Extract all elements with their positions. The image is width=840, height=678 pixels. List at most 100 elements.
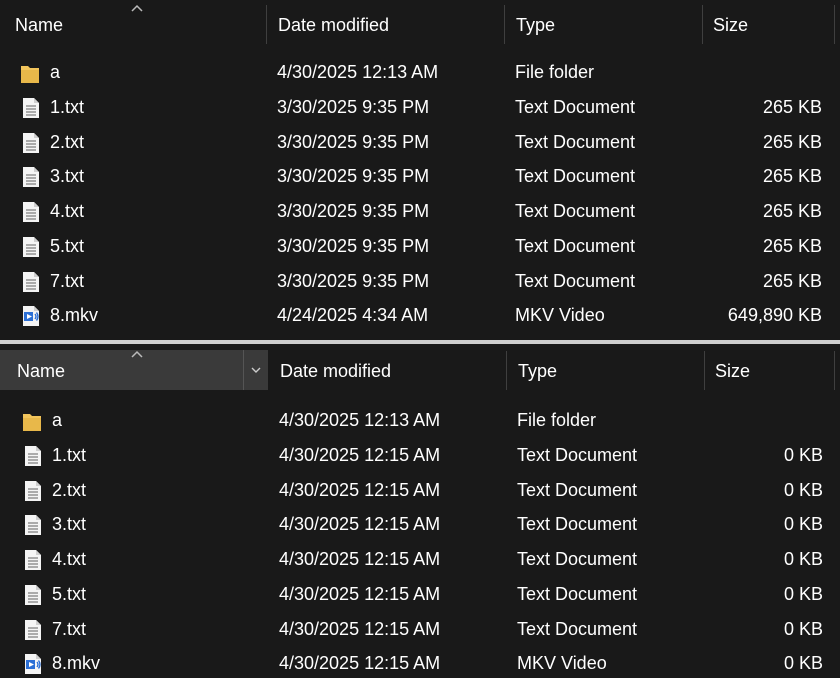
bottom-file-list-pane: Name Date modified Type Size a 4/30/2025…	[0, 346, 840, 678]
folder-icon	[23, 414, 41, 431]
file-type: Text Document	[517, 583, 638, 604]
text-file-icon	[25, 550, 41, 570]
file-name: 1.txt	[50, 96, 85, 117]
file-type: Text Document	[517, 618, 638, 639]
file-date-modified: 3/30/2025 9:35 PM	[277, 96, 430, 117]
text-file-icon	[23, 271, 39, 292]
text-file-icon	[23, 236, 39, 257]
file-row[interactable]: a 4/30/2025 12:13 AM File folder	[0, 403, 840, 438]
file-date-modified: 3/30/2025 9:35 PM	[277, 131, 430, 152]
file-size: 265 KB	[762, 235, 822, 256]
sort-ascending-icon	[131, 4, 143, 12]
column-filter-dropdown-button[interactable]	[243, 350, 268, 390]
text-file-icon	[23, 202, 39, 222]
text-file-icon	[25, 445, 41, 466]
file-date-modified: 4/30/2025 12:15 AM	[279, 653, 441, 674]
file-date-modified: 4/30/2025 12:15 AM	[279, 514, 441, 535]
file-name: 4.txt	[50, 201, 85, 221]
file-name: 8.mkv	[50, 305, 99, 326]
column-header-type-label: Type	[516, 15, 556, 35]
file-row[interactable]: 2.txt 3/30/2025 9:35 PM Text Document 26…	[0, 125, 840, 160]
file-row[interactable]: 7.txt 3/30/2025 9:35 PM Text Document 26…	[0, 264, 840, 299]
column-divider[interactable]	[702, 5, 703, 44]
file-type: Text Document	[517, 479, 638, 500]
column-header-type-label: Type	[518, 361, 558, 381]
file-row[interactable]: 4.txt 4/30/2025 12:15 AM Text Document 0…	[0, 542, 840, 577]
file-size: 265 KB	[762, 131, 822, 152]
sort-ascending-icon	[131, 350, 143, 358]
text-file-icon	[25, 584, 41, 605]
file-row[interactable]: 1.txt 3/30/2025 9:35 PM Text Document 26…	[0, 90, 840, 125]
column-divider[interactable]	[834, 351, 835, 390]
file-name: 2.txt	[52, 479, 87, 500]
column-header-date[interactable]: Date modified	[278, 0, 503, 48]
column-header-date-label: Date modified	[280, 361, 392, 381]
file-date-modified: 4/30/2025 12:13 AM	[279, 410, 441, 430]
file-type: Text Document	[515, 131, 636, 152]
column-divider[interactable]	[504, 5, 505, 44]
column-header-size[interactable]: Size	[715, 346, 830, 394]
column-divider[interactable]	[266, 5, 267, 44]
file-type: Text Document	[515, 166, 636, 187]
top-file-list-pane: Name Date modified Type Size a 4/30/2025…	[0, 0, 840, 337]
file-date-modified: 4/30/2025 12:15 AM	[279, 549, 441, 569]
file-size: 265 KB	[762, 270, 822, 291]
file-size: 0 KB	[783, 479, 823, 500]
file-size: 0 KB	[783, 618, 823, 639]
column-header-row: Name Date modified Type Size	[0, 346, 840, 394]
file-type: File folder	[517, 410, 597, 430]
file-type: MKV Video	[517, 653, 607, 674]
file-name: 7.txt	[52, 618, 87, 639]
column-header-size-label: Size	[715, 361, 751, 381]
text-file-icon	[25, 480, 41, 501]
file-date-modified: 3/30/2025 9:35 PM	[277, 166, 430, 187]
file-type: Text Document	[515, 235, 636, 256]
file-name: 1.txt	[52, 444, 87, 465]
file-name: a	[52, 410, 63, 430]
file-name: 5.txt	[52, 583, 87, 604]
file-size	[700, 403, 823, 438]
file-date-modified: 4/24/2025 4:34 AM	[277, 305, 429, 326]
file-size: 265 KB	[762, 96, 822, 117]
file-row[interactable]: 3.txt 3/30/2025 9:35 PM Text Document 26…	[0, 159, 840, 194]
file-date-modified: 4/30/2025 12:13 AM	[277, 62, 439, 82]
column-header-type[interactable]: Type	[516, 0, 701, 48]
chevron-down-icon	[251, 367, 261, 373]
file-type: Text Document	[515, 201, 636, 221]
column-header-type[interactable]: Type	[518, 346, 703, 394]
file-size	[700, 55, 822, 90]
column-header-date[interactable]: Date modified	[280, 346, 505, 394]
file-row[interactable]: 8.mkv 4/24/2025 4:34 AM MKV Video 649,89…	[0, 298, 840, 333]
file-row[interactable]: 7.txt 4/30/2025 12:15 AM Text Document 0…	[0, 612, 840, 647]
file-size: 649,890 KB	[727, 305, 822, 326]
column-header-name-label: Name	[15, 15, 64, 35]
pane-divider	[0, 337, 840, 346]
text-file-icon	[23, 167, 39, 188]
file-type: Text Document	[515, 96, 636, 117]
file-name: 5.txt	[50, 235, 85, 256]
file-date-modified: 3/30/2025 9:35 PM	[277, 201, 430, 221]
file-type: Text Document	[515, 270, 636, 291]
video-file-icon	[25, 654, 41, 675]
file-row[interactable]: 5.txt 4/30/2025 12:15 AM Text Document 0…	[0, 577, 840, 612]
file-explorer-comparison: Name Date modified Type Size a 4/30/2025…	[0, 0, 840, 678]
column-header-size[interactable]: Size	[713, 0, 833, 48]
file-type: MKV Video	[515, 305, 605, 326]
text-file-icon	[23, 97, 39, 118]
file-row[interactable]: 8.mkv 4/30/2025 12:15 AM MKV Video 0 KB	[0, 646, 840, 678]
file-name: 8.mkv	[52, 653, 101, 674]
column-divider[interactable]	[506, 351, 507, 390]
column-divider[interactable]	[704, 351, 705, 390]
file-row[interactable]: 1.txt 4/30/2025 12:15 AM Text Document 0…	[0, 438, 840, 473]
file-type: File folder	[515, 62, 595, 82]
video-file-icon	[23, 306, 39, 327]
file-row[interactable]: 3.txt 4/30/2025 12:15 AM Text Document 0…	[0, 507, 840, 542]
file-row[interactable]: 2.txt 4/30/2025 12:15 AM Text Document 0…	[0, 473, 840, 508]
file-type: Text Document	[517, 514, 638, 535]
column-divider[interactable]	[834, 5, 835, 44]
file-name: 4.txt	[52, 549, 87, 569]
file-row[interactable]: a 4/30/2025 12:13 AM File folder	[0, 55, 840, 90]
file-row[interactable]: 5.txt 3/30/2025 9:35 PM Text Document 26…	[0, 229, 840, 264]
file-list: a 4/30/2025 12:13 AM File folder 1.txt 3…	[0, 55, 840, 333]
file-row[interactable]: 4.txt 3/30/2025 9:35 PM Text Document 26…	[0, 194, 840, 229]
